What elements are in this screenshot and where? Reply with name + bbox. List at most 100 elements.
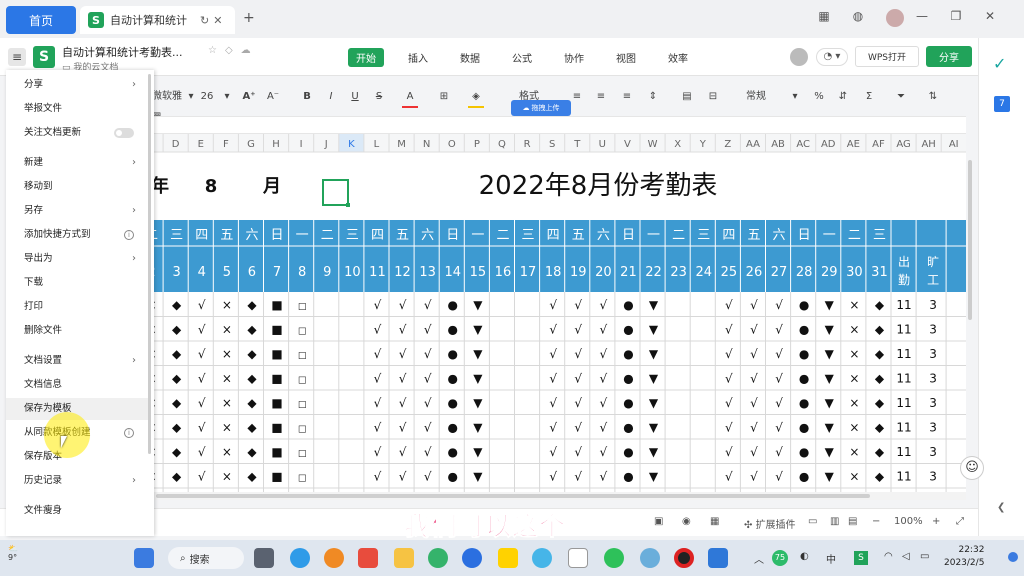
new-tab-icon[interactable]: + xyxy=(243,10,255,26)
tray-badge[interactable]: 75 xyxy=(772,550,788,566)
file-menu-item-11[interactable]: 文档设置 › xyxy=(6,350,148,372)
zoom-level[interactable]: 100% xyxy=(894,516,923,527)
bold-icon[interactable]: B xyxy=(300,86,314,108)
app-store-icon[interactable] xyxy=(358,548,378,568)
grid-icon[interactable]: ▦ xyxy=(710,516,719,527)
filter-icon[interactable]: ⏷ xyxy=(894,86,908,108)
history-icon[interactable]: ◔ ▾ xyxy=(816,48,848,66)
sheet-status-icon[interactable]: ▣ xyxy=(654,516,663,527)
app-text-icon[interactable] xyxy=(568,548,588,568)
normal-view-icon[interactable]: ▭ xyxy=(808,516,817,527)
sum-icon[interactable]: Σ xyxy=(862,86,876,108)
cloud-app-icon[interactable] xyxy=(640,548,660,568)
browser-icon[interactable] xyxy=(428,548,448,568)
cloud-icon[interactable]: ☁ xyxy=(241,45,251,56)
extensions-button[interactable]: ✣ 扩展插件 xyxy=(744,516,796,531)
merge-cells-icon[interactable]: ⊟ xyxy=(706,86,720,108)
wps-open-button[interactable]: WPS打开 xyxy=(855,46,919,67)
home-tab[interactable]: 首页 xyxy=(6,6,76,34)
wps-tray-icon[interactable]: S xyxy=(854,551,868,565)
menu-scrollbar[interactable] xyxy=(148,74,151,454)
speaker-icon[interactable]: ◐ xyxy=(800,551,809,562)
wrap-text-icon[interactable]: ▤ xyxy=(680,86,694,108)
document-name[interactable]: 自动计算和统计考勤表... xyxy=(62,44,183,60)
vertical-scroll-thumb[interactable] xyxy=(968,160,972,320)
font-color-icon[interactable]: A xyxy=(402,86,418,108)
tab-4[interactable]: 协作 xyxy=(556,48,592,67)
chevron-down-icon[interactable]: ▾ xyxy=(790,86,800,108)
sticky-notes-icon[interactable] xyxy=(498,548,518,568)
number-format-select[interactable]: 常规 xyxy=(746,86,776,108)
taskbar-search[interactable]: ⌕ 搜索 xyxy=(168,547,244,569)
file-menu-item-10[interactable]: 删除文件 xyxy=(6,320,148,342)
volume-icon[interactable]: ◁ xyxy=(902,551,910,562)
file-menu-item-3[interactable]: 新建 › xyxy=(6,152,148,174)
tab-1[interactable]: 插入 xyxy=(400,48,436,67)
font-size-select[interactable]: 26 xyxy=(200,86,214,108)
file-menu-item-17[interactable]: 文件瘦身 xyxy=(6,500,148,522)
font-name-select[interactable]: 微软雅黑 xyxy=(152,86,186,124)
start-icon[interactable] xyxy=(134,548,154,568)
file-explorer-icon[interactable] xyxy=(394,548,414,568)
weather-widget[interactable]: ⛅ 9° xyxy=(8,544,18,562)
toggle-switch[interactable] xyxy=(114,128,134,138)
assistant-icon[interactable]: ☺ xyxy=(960,456,984,480)
italic-icon[interactable]: I xyxy=(324,86,338,108)
wifi-icon[interactable]: ◠ xyxy=(884,551,893,562)
check-icon[interactable]: ✓ xyxy=(993,54,1011,73)
fill-handle[interactable] xyxy=(346,203,350,207)
active-cell[interactable] xyxy=(322,179,349,206)
fill-color-icon[interactable]: ◈ xyxy=(468,86,484,108)
file-menu-item-2[interactable]: 关注文档更新 xyxy=(6,122,148,144)
percent-icon[interactable]: % xyxy=(812,86,826,108)
app-layers-icon[interactable] xyxy=(708,548,728,568)
tab-2[interactable]: 数据 xyxy=(452,48,488,67)
wechat-icon[interactable] xyxy=(604,548,624,568)
filter-sort-icon[interactable]: ⇵ xyxy=(836,86,850,108)
app-refresh-icon[interactable] xyxy=(532,548,552,568)
close-window-icon[interactable]: ✕ xyxy=(982,9,998,23)
app-search-icon[interactable] xyxy=(324,548,344,568)
spreadsheet-grid[interactable]: CDEFGHIJKLMNOPQRSTUVWXYZAAABACADAEAFAGAH… xyxy=(150,134,966,492)
task-view-icon[interactable] xyxy=(254,548,274,568)
file-menu-item-9[interactable]: 打印 xyxy=(6,296,148,318)
horizontal-scroll-thumb[interactable] xyxy=(156,494,870,498)
refresh-icon[interactable]: ↻ xyxy=(200,14,209,27)
underline-icon[interactable]: U xyxy=(348,86,362,108)
formula-bar[interactable] xyxy=(150,116,966,134)
increase-font-icon[interactable]: A⁺ xyxy=(242,86,256,108)
record-icon[interactable] xyxy=(674,548,694,568)
chevron-left-icon[interactable]: ❮ xyxy=(997,502,1005,513)
close-tab-icon[interactable]: ✕ xyxy=(213,14,222,27)
align-right-icon[interactable]: ≡ xyxy=(620,86,634,108)
file-menu-item-1[interactable]: 举报文件 xyxy=(6,98,148,120)
document-tab[interactable]: S 自动计算和统计 ↻ ✕ xyxy=(80,6,235,34)
strikethrough-icon[interactable]: S xyxy=(372,86,386,108)
file-menu-item-12[interactable]: 文档信息 xyxy=(6,374,148,396)
avatar[interactable] xyxy=(886,9,904,27)
tag-icon[interactable]: ◇ xyxy=(225,45,233,56)
tab-5[interactable]: 视图 xyxy=(608,48,644,67)
protect-icon[interactable]: ◉ xyxy=(682,516,691,527)
clock[interactable]: 22:32 2023/2/5 xyxy=(944,544,984,570)
file-menu-item-4[interactable]: 移动到 xyxy=(6,176,148,198)
file-menu-item-6[interactable]: 添加快捷方式到 i xyxy=(6,224,148,246)
vertical-align-icon[interactable]: ⇕ xyxy=(646,86,660,108)
tab-0[interactable]: 开始 xyxy=(348,48,384,67)
border-icon[interactable]: ⊞ xyxy=(436,86,452,108)
tab-6[interactable]: 效率 xyxy=(660,48,696,67)
reading-view-icon[interactable]: ▤ xyxy=(848,516,857,527)
ime-indicator[interactable]: 中 xyxy=(826,551,836,566)
apps-grid-icon[interactable]: ▦ xyxy=(816,9,832,23)
collaborator-avatar[interactable] xyxy=(790,48,808,66)
upload-badge[interactable]: ☁ 拖拽上传 xyxy=(511,100,571,116)
minimize-icon[interactable]: — xyxy=(914,9,930,23)
info-icon[interactable]: i xyxy=(124,230,134,240)
page-view-icon[interactable]: ▥ xyxy=(830,516,839,527)
align-center-icon[interactable]: ≡ xyxy=(594,86,608,108)
star-icon[interactable]: ☆ xyxy=(208,45,217,56)
app-lightbulb-icon[interactable] xyxy=(290,548,310,568)
zoom-in-icon[interactable]: + xyxy=(932,516,940,527)
chevron-down-icon[interactable]: ▾ xyxy=(186,86,196,108)
menu-icon[interactable]: ≡ xyxy=(8,48,26,66)
